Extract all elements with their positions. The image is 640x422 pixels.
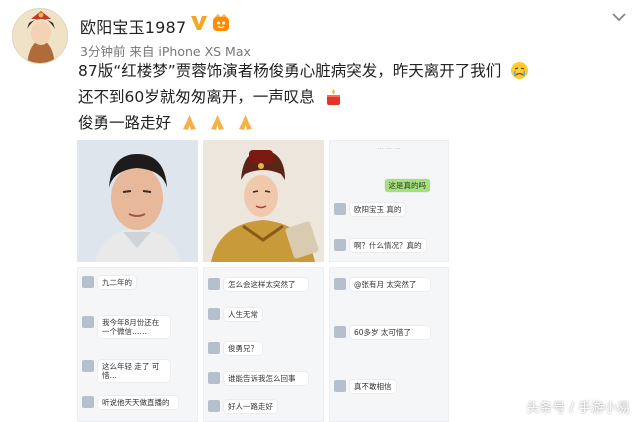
chat-avatar — [208, 278, 220, 290]
chat-avatar — [334, 380, 346, 392]
chat-bubble: 欧阳宝玉 真的 — [350, 203, 406, 216]
chat-avatar — [334, 239, 346, 251]
chat-bubble: 人生无常 — [224, 308, 262, 321]
chat-bubble: 我今年8月份还在一个微信…… — [98, 316, 170, 338]
username[interactable]: 欧阳宝玉1987 — [80, 14, 186, 38]
chat-screenshot-4[interactable]: @张有月 太突然了 60多岁 太可惜了 真不敢相信 — [329, 267, 449, 422]
chat-timestamp: ··· ··· ··· — [377, 145, 401, 153]
praying-hands-icon — [208, 113, 227, 132]
post-line-1: 87版“红楼梦”贾蓉饰演者杨俊勇心脏病突发，昨天离开了我们 — [78, 58, 618, 84]
chat-avatar — [334, 278, 346, 290]
post-line-3: 俊勇一路走好 — [78, 110, 618, 136]
image-grid: ··· ··· ··· 这是真的吗 欧阳宝玉 真的 啊？什么情况？真的 九二年的… — [77, 140, 449, 422]
post-content: 87版“红楼梦”贾蓉饰演者杨俊勇心脏病突发，昨天离开了我们 还不到60岁就匆匆离… — [78, 58, 618, 136]
post-line-3-text: 俊勇一路走好 — [78, 114, 172, 132]
verified-icon — [190, 14, 208, 32]
chat-screenshot-3[interactable]: 怎么会这样太突然了 人生无常 俊勇兄？ 谁能告诉我怎么回事 好人一路走好 — [203, 267, 324, 422]
vip-badge-icon[interactable] — [212, 13, 230, 32]
chat-bubble: 九二年的 — [98, 276, 136, 289]
chat-bubble: 60多岁 太可惜了 — [350, 326, 430, 339]
chat-avatar — [208, 372, 220, 384]
portrait-photo-costume[interactable] — [203, 140, 324, 262]
post-line-2-text: 还不到60岁就匆匆离开，一声叹息 — [78, 88, 315, 106]
chat-bubble: 俊勇兄？ — [224, 342, 262, 355]
chat-bubble: 这是真的吗 — [384, 179, 430, 192]
chat-avatar — [82, 316, 94, 328]
praying-hands-icon — [236, 113, 255, 132]
crying-face-icon — [510, 61, 529, 80]
chat-bubble: 真不敢相信 — [350, 380, 396, 393]
watermark: 头条号 / 手游小易 — [526, 401, 630, 416]
chat-avatar — [208, 342, 220, 354]
chat-avatar — [334, 326, 346, 338]
chevron-down-icon[interactable] — [610, 8, 628, 26]
chat-avatar — [82, 276, 94, 288]
chat-bubble: 好人一路走好 — [224, 400, 277, 413]
chat-bubble: 听说他天天做直播的 — [98, 396, 178, 409]
chat-bubble: 这么年轻 走了 可惜… — [98, 360, 170, 382]
chat-screenshot-1[interactable]: ··· ··· ··· 这是真的吗 欧阳宝玉 真的 啊？什么情况？真的 — [329, 140, 449, 262]
chat-bubble: 啊？什么情况？真的 — [350, 239, 426, 252]
chat-avatar — [334, 203, 346, 215]
praying-hands-icon — [180, 113, 199, 132]
candle-icon — [324, 87, 343, 106]
chat-bubble: 谁能告诉我怎么回事 — [224, 372, 308, 385]
chat-avatar — [208, 400, 220, 412]
chat-avatar — [208, 308, 220, 320]
chat-bubble: 怎么会这样太突然了 — [224, 278, 308, 291]
chat-avatar — [82, 360, 94, 372]
chat-avatar — [82, 396, 94, 408]
post-line-1-text: 87版“红楼梦”贾蓉饰演者杨俊勇心脏病突发，昨天离开了我们 — [78, 62, 502, 80]
post-line-2: 还不到60岁就匆匆离开，一声叹息 — [78, 84, 618, 110]
chat-bubble: @张有月 太突然了 — [350, 278, 430, 291]
user-avatar[interactable] — [12, 8, 68, 64]
chat-screenshot-2[interactable]: 九二年的 我今年8月份还在一个微信…… 这么年轻 走了 可惜… 听说他天天做直播… — [77, 267, 198, 422]
portrait-photo-modern[interactable] — [77, 140, 198, 262]
